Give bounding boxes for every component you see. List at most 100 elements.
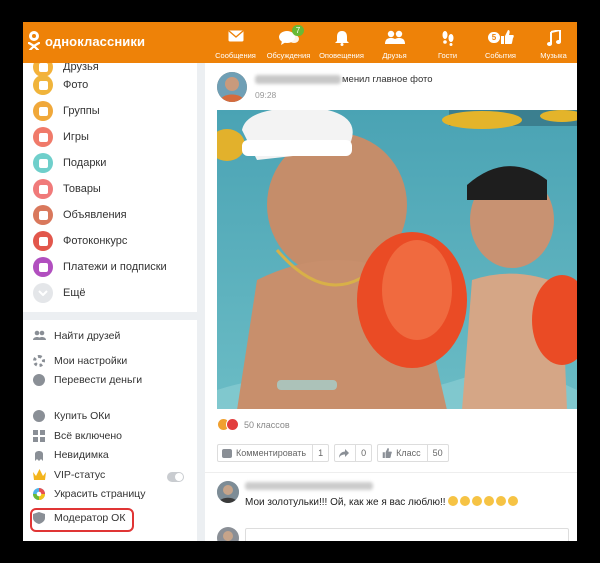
share-button[interactable]: 0 [334,444,373,462]
moderator-highlight-frame [30,508,134,532]
author-name-blurred[interactable] [255,74,341,84]
groups-icon [33,101,53,121]
comments-count: 1 [312,445,328,461]
sidebar-item-goods[interactable]: Товары [33,178,101,200]
comment-text: Мои золотульки!!! Ой, как же я вас люблю… [245,496,518,508]
nav-messages[interactable]: Сообщения [209,22,262,63]
crown-icon [33,469,46,481]
find-friends-icon [33,330,46,342]
link-label: Купить ОКи [54,410,111,422]
nav-music[interactable]: Музыка [527,22,577,63]
thumbs-up-icon [500,30,514,44]
ok-logo-icon [27,31,41,51]
post-photo[interactable] [217,110,577,409]
author-avatar[interactable] [217,72,247,102]
games-icon [33,127,53,147]
link-label: Невидимка [54,449,109,461]
sidebar-item-more[interactable]: Ещё [33,282,86,304]
sidebar-item-label: Платежи и подписки [63,261,167,273]
link-invisible[interactable]: Невидимка [33,447,109,463]
feed-post: менил главное фото 09:28 50 классов Комм… [205,63,577,541]
ok-logo[interactable]: одноклассники [27,31,145,51]
top-navigation-bar: одноклассники Сообщения 7 Обсуждения Опо… [23,22,577,63]
envelope-icon [228,30,243,42]
link-vip-status[interactable]: VIP-статус [33,467,105,483]
link-label: Всё включено [54,430,123,442]
sidebar-item-gifts[interactable]: Подарки [33,152,106,174]
sidebar-item-label: Игры [63,131,89,143]
sidebar-item-groups[interactable]: Группы [33,100,100,122]
ruble-icon [33,374,45,386]
divider [205,472,577,473]
share-arrow-icon [339,448,350,458]
emoji-icon [495,496,506,506]
logo-text: одноклассники [45,33,146,49]
people-icon [384,30,405,44]
nav-discussions[interactable]: 7 Обсуждения [262,22,315,63]
sidebar-menu: Друзья Фото Группы Игры Подарки Товары О… [23,63,197,312]
main-nav: Сообщения 7 Обсуждения Оповещения Друзья… [209,22,577,63]
emoji-icon [483,496,494,506]
comment-input[interactable] [245,528,569,541]
link-all-inclusive[interactable]: Всё включено [33,428,122,444]
nav-events[interactable]: 5 События [474,22,527,63]
commenter-name-blurred[interactable] [245,482,373,490]
nav-friends[interactable]: Друзья [368,22,421,63]
gift-icon [33,153,53,173]
sidebar-item-label: Друзья [63,63,99,73]
link-decorate-page[interactable]: Украсить страницу [33,486,145,502]
invisible-icon [33,449,45,461]
like-icon [382,448,392,458]
emoji-icon [447,496,458,506]
sidebar-item-photocontest[interactable]: Фотоконкурс [33,230,127,252]
app-window: одноклассники Сообщения 7 Обсуждения Опо… [23,22,577,541]
nav-label: Друзья [382,51,407,60]
nav-label: Музыка [540,51,567,60]
emoji-icon [507,496,518,506]
nav-label: События [485,51,516,60]
post-time: 09:28 [255,90,277,100]
sidebar-item-label: Ещё [63,287,86,299]
nav-label: Оповещения [319,51,364,60]
commenter-avatar[interactable] [217,481,239,503]
comment-button-label: Комментировать [236,448,307,458]
ads-icon [33,205,53,225]
my-avatar [217,527,239,541]
link-label: Найти друзей [54,330,121,342]
sidebar-item-label: Фото [63,79,89,91]
sidebar-links: Найти друзей Мои настройки Перевести ден… [23,320,197,541]
link-label: Перевести деньги [54,374,143,386]
discussions-badge: 7 [292,25,304,36]
wallet-icon [33,257,53,277]
trophy-icon [33,231,53,251]
nav-label: Гости [437,51,458,60]
post-reactions[interactable]: 50 классов [217,418,290,431]
emoji-icon [459,496,470,506]
comment-body: Мои золотульки!!! Ой, как же я вас люблю… [245,497,446,508]
sidebar-item-games[interactable]: Игры [33,126,89,148]
bell-icon [334,31,349,46]
sidebar-item-photo[interactable]: Фото [33,74,88,96]
heart-reaction-icon [226,418,239,431]
emoji-icon [471,496,482,506]
comment-icon [222,448,232,458]
link-find-friends[interactable]: Найти друзей [33,328,120,344]
nav-guests[interactable]: Гости [421,22,474,63]
sidebar-item-label: Объявления [63,209,127,221]
link-buy-ok[interactable]: Купить ОКи [33,408,110,424]
post-action-text: менил главное фото [342,74,433,85]
sidebar-item-ads[interactable]: Объявления [33,204,127,226]
link-settings[interactable]: Мои настройки [33,353,127,369]
sidebar-item-label: Товары [63,183,101,195]
like-button[interactable]: Класс 50 [377,444,449,462]
invisible-toggle[interactable] [167,472,184,482]
sidebar-item-payments[interactable]: Платежи и подписки [33,256,167,278]
comment-button[interactable]: Комментировать 1 [217,444,330,462]
link-transfer-money[interactable]: Перевести деньги [33,372,142,388]
link-label: VIP-статус [54,469,106,481]
chevron-down-icon [33,283,53,303]
reactions-count: 50 классов [244,419,290,430]
photo-icon [33,75,53,95]
gear-icon [33,355,45,367]
nav-notifications[interactable]: Оповещения [315,22,368,63]
